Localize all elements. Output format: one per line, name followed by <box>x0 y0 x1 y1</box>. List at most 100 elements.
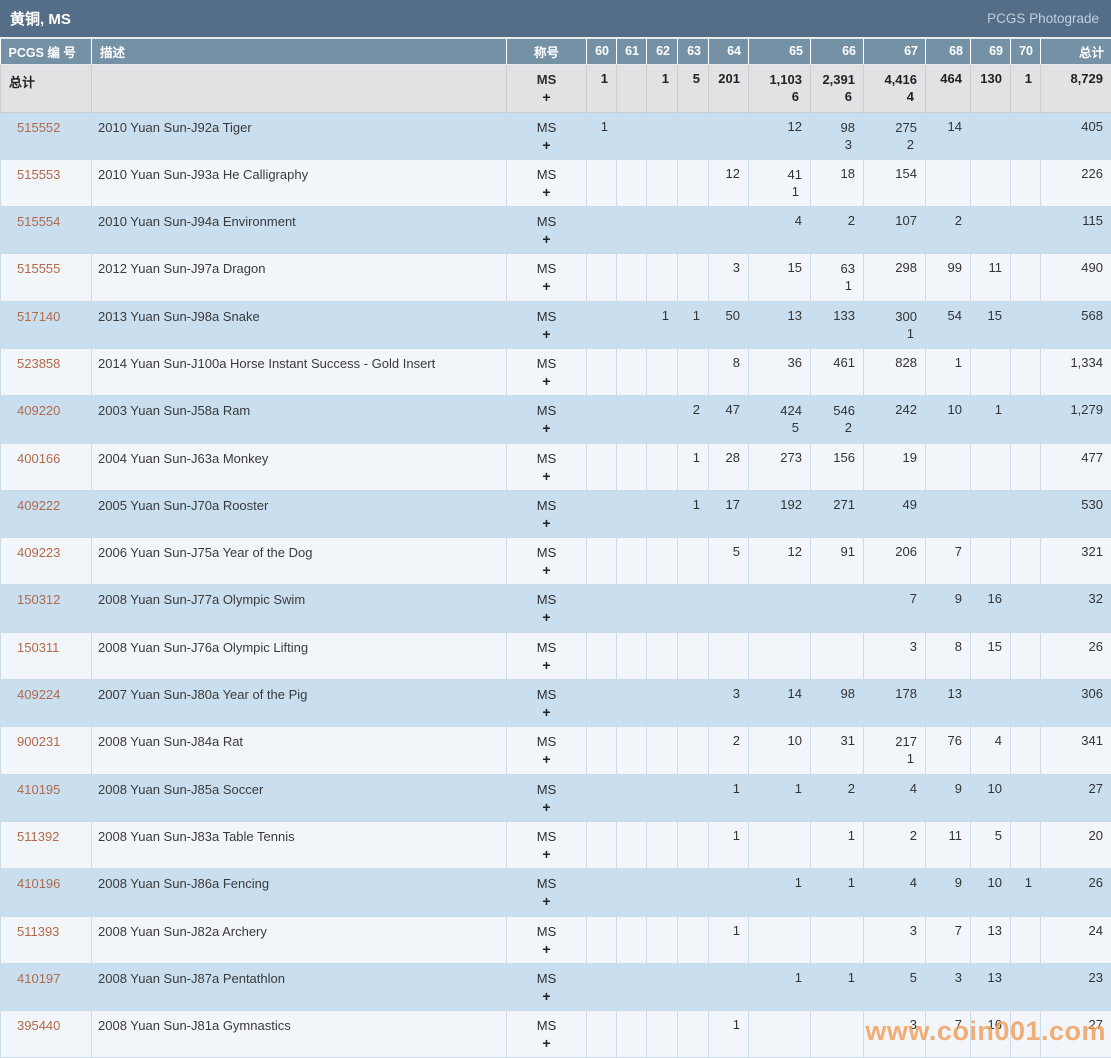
grade-count-cell: 2 <box>709 727 749 774</box>
designation-cell: MS+ <box>507 490 587 537</box>
pcgs-number-cell: 150311 <box>1 632 92 679</box>
grade-count-cell <box>1011 301 1041 348</box>
grade-count-cell: 242 <box>864 396 926 443</box>
grade-count-cell <box>678 821 709 868</box>
grade-count-cell: 7 <box>926 1011 971 1058</box>
grade-count-cell <box>971 680 1011 727</box>
pcgs-number-cell: 515553 <box>1 159 92 206</box>
pcgs-number-link[interactable]: 150312 <box>17 592 60 607</box>
grade-count-cell <box>587 396 617 443</box>
grade-count-cell <box>678 254 709 301</box>
pcgs-number-link[interactable]: 409222 <box>17 498 60 513</box>
row-total-cell: 26 <box>1041 869 1111 916</box>
pcgs-number-link[interactable]: 410196 <box>17 876 60 891</box>
pcgs-number-link[interactable]: 517140 <box>17 309 60 324</box>
pcgs-number-link[interactable]: 410197 <box>17 971 60 986</box>
pcgs-number-link[interactable]: 515555 <box>17 261 60 276</box>
grade-count-cell <box>587 538 617 585</box>
pcgs-number-link[interactable]: 900231 <box>17 734 60 749</box>
grade-count-cell: 4 <box>749 207 811 254</box>
pcgs-number-cell: 409222 <box>1 490 92 537</box>
pcgs-number-cell: 410197 <box>1 963 92 1010</box>
grade-count-cell <box>749 916 811 963</box>
designation-cell: MS+ <box>507 159 587 206</box>
grade-count-cell: 1,1036 <box>749 64 811 112</box>
grade-count-cell: 50 <box>709 301 749 348</box>
grade-count-cell <box>971 538 1011 585</box>
grade-count-cell <box>617 348 647 395</box>
pcgs-number-cell: 150312 <box>1 585 92 632</box>
grade-count-cell: 192 <box>749 490 811 537</box>
grade-count-cell: 9 <box>926 585 971 632</box>
grade-count-cell: 8 <box>709 348 749 395</box>
grade-count-cell: 31 <box>811 727 864 774</box>
pcgs-number-link[interactable]: 410195 <box>17 782 60 797</box>
grade-count-cell: 4245 <box>749 396 811 443</box>
grade-count-cell <box>678 112 709 159</box>
grade-count-cell: 10 <box>971 869 1011 916</box>
row-total-cell: 27 <box>1041 1011 1111 1058</box>
grade-count-cell <box>587 821 617 868</box>
pcgs-number-link[interactable]: 515553 <box>17 167 60 182</box>
grade-count-cell: 1 <box>749 774 811 821</box>
designation-cell: MS+ <box>507 112 587 159</box>
designation-cell: MS+ <box>507 207 587 254</box>
grade-count-cell <box>749 632 811 679</box>
photograde-link[interactable]: PCGS Photograde <box>987 11 1099 26</box>
grade-count-cell <box>678 869 709 916</box>
grade-count-cell <box>587 490 617 537</box>
grade-count-cell: 156 <box>811 443 864 490</box>
grade-count-cell: 13 <box>749 301 811 348</box>
grade-count-cell <box>617 64 647 112</box>
grade-count-cell <box>587 680 617 727</box>
grade-count-cell <box>749 585 811 632</box>
grade-count-cell <box>617 1011 647 1058</box>
grade-count-cell <box>617 680 647 727</box>
grade-count-cell <box>587 207 617 254</box>
column-header-grade-60: 60 <box>587 39 617 64</box>
grade-count-cell: 13 <box>971 916 1011 963</box>
grade-count-cell: 2 <box>864 821 926 868</box>
grade-count-cell <box>1011 254 1041 301</box>
pcgs-number-cell: 515555 <box>1 254 92 301</box>
grade-count-cell <box>617 963 647 1010</box>
grade-count-cell: 11 <box>971 254 1011 301</box>
pcgs-number-link[interactable]: 523858 <box>17 356 60 371</box>
pcgs-number-link[interactable]: 409220 <box>17 403 60 418</box>
pcgs-number-link[interactable]: 395440 <box>17 1018 60 1033</box>
pcgs-number-link[interactable]: 515554 <box>17 214 60 229</box>
table-row: 1503122008 Yuan Sun-J77a Olympic SwimMS+… <box>1 585 1111 632</box>
pcgs-number-link[interactable]: 409224 <box>17 687 60 702</box>
pcgs-number-link[interactable]: 511393 <box>17 924 59 939</box>
grade-count-cell <box>617 869 647 916</box>
grade-count-cell <box>617 207 647 254</box>
table-row: 9002312008 Yuan Sun-J84a RatMS+210312171… <box>1 727 1111 774</box>
table-row: 5155522010 Yuan Sun-J92a TigerMS+1129832… <box>1 112 1111 159</box>
grade-count-cell <box>709 869 749 916</box>
designation-cell: MS+ <box>507 680 587 727</box>
designation-cell: MS+ <box>507 64 587 112</box>
pcgs-number-cell: 395440 <box>1 1011 92 1058</box>
grade-count-cell: 91 <box>811 538 864 585</box>
grade-count-cell <box>587 774 617 821</box>
pcgs-number-link[interactable]: 515552 <box>17 120 60 135</box>
pcgs-number-link[interactable]: 511392 <box>17 829 59 844</box>
pcgs-number-link[interactable]: 409223 <box>17 545 60 560</box>
grade-count-cell: 5 <box>864 963 926 1010</box>
table-row: 4101972008 Yuan Sun-J87a PentathlonMS+11… <box>1 963 1111 1010</box>
pcgs-number-cell: 409224 <box>1 680 92 727</box>
pcgs-number-link[interactable]: 150311 <box>17 640 59 655</box>
pcgs-number-link[interactable]: 400166 <box>17 451 60 466</box>
grade-count-cell <box>617 538 647 585</box>
grade-count-cell: 76 <box>926 727 971 774</box>
grade-count-cell <box>647 348 678 395</box>
row-total-cell: 490 <box>1041 254 1111 301</box>
grade-count-cell: 15 <box>749 254 811 301</box>
grade-count-cell: 16 <box>971 585 1011 632</box>
column-header-grade-66: 66 <box>811 39 864 64</box>
grade-count-cell: 3 <box>926 963 971 1010</box>
column-header-total: 总计 <box>1041 39 1111 64</box>
grade-count-cell <box>647 916 678 963</box>
grade-count-cell: 54 <box>926 301 971 348</box>
grade-count-cell: 1 <box>811 963 864 1010</box>
